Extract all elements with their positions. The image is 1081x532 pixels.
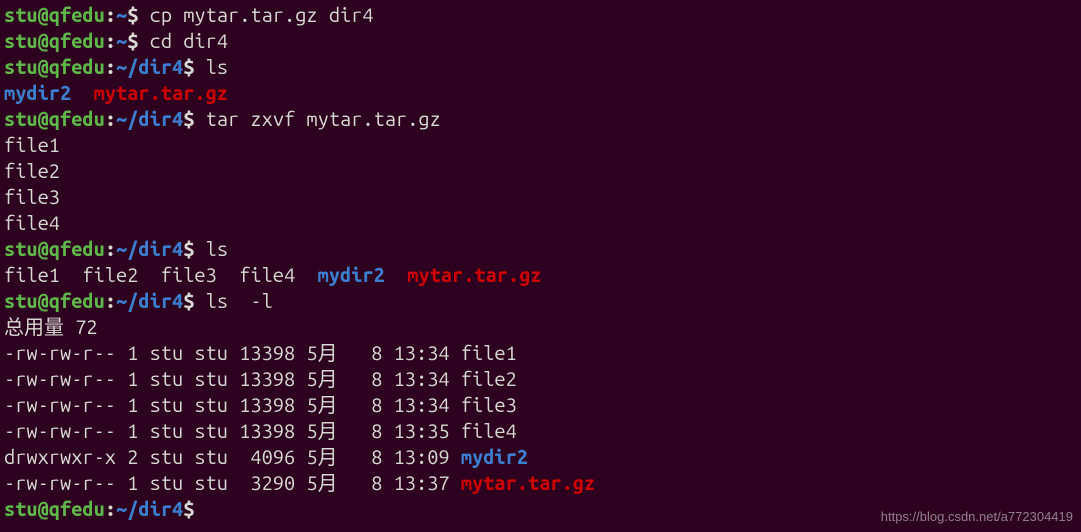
- archive-name: mytar.tar.gz: [461, 471, 595, 494]
- command-cd[interactable]: cd dir4: [138, 29, 228, 52]
- output-ls2: file1 file2 file3 file4 mydir2 mytar.tar…: [4, 262, 1077, 288]
- archive-name: mytar.tar.gz: [94, 81, 228, 104]
- user-host: stu@qfedu: [4, 107, 105, 130]
- dollar: $: [183, 237, 194, 260]
- path-dir4: ~/dir4: [116, 289, 183, 312]
- prompt-line-4: stu@qfedu:~/dir4$ tar zxvf mytar.tar.gz: [4, 106, 1077, 132]
- watermark: https://blog.csdn.net/a772304419: [881, 509, 1073, 526]
- file-name: file1: [461, 341, 517, 364]
- path-dir4: ~/dir4: [116, 55, 183, 78]
- dir-name: mydir2: [4, 81, 71, 104]
- gap: [385, 263, 407, 286]
- user-host: stu@qfedu: [4, 497, 105, 520]
- user-host: stu@qfedu: [4, 55, 105, 78]
- path-dir4: ~/dir4: [116, 237, 183, 260]
- gap: [71, 81, 93, 104]
- tar-output-line: file2: [4, 158, 1077, 184]
- command-tar[interactable]: tar zxvf mytar.tar.gz: [194, 107, 440, 130]
- path-dir4: ~/dir4: [116, 107, 183, 130]
- command-lsl[interactable]: ls -l: [194, 289, 272, 312]
- colon: :: [105, 55, 116, 78]
- output-ls1: mydir2 mytar.tar.gz: [4, 80, 1077, 106]
- dollar: $: [183, 497, 194, 520]
- colon: :: [105, 237, 116, 260]
- file-names: file1 file2 file3 file4: [4, 263, 318, 286]
- tar-output-line: file1: [4, 132, 1077, 158]
- command-ls1[interactable]: ls: [194, 55, 228, 78]
- ls-row: -rw-rw-r-- 1 stu stu 13398 5月 8 13:34 fi…: [4, 392, 1077, 418]
- prompt-line-5: stu@qfedu:~/dir4$ ls: [4, 236, 1077, 262]
- prompt-line-1: stu@qfedu:~$ cp mytar.tar.gz dir4: [4, 2, 1077, 28]
- colon: :: [105, 29, 116, 52]
- command-cp[interactable]: cp mytar.tar.gz dir4: [138, 3, 373, 26]
- dir-name: mydir2: [318, 263, 385, 286]
- dollar: $: [127, 29, 138, 52]
- ls-row: -rw-rw-r-- 1 stu stu 13398 5月 8 13:34 fi…: [4, 366, 1077, 392]
- prompt-line-2: stu@qfedu:~$ cd dir4: [4, 28, 1077, 54]
- user-host: stu@qfedu: [4, 237, 105, 260]
- output-total: 总用量 72: [4, 314, 1077, 340]
- prompt-line-6: stu@qfedu:~/dir4$ ls -l: [4, 288, 1077, 314]
- prompt-line-3: stu@qfedu:~/dir4$ ls: [4, 54, 1077, 80]
- command-ls2[interactable]: ls: [194, 237, 228, 260]
- dollar: $: [183, 107, 194, 130]
- path-dir4: ~/dir4: [116, 497, 183, 520]
- output-tar: file1file2file3file4: [4, 132, 1077, 236]
- dir-name: mydir2: [461, 445, 528, 468]
- ls-row: -rw-rw-r-- 1 stu stu 3290 5月 8 13:37 myt…: [4, 470, 1077, 496]
- colon: :: [105, 289, 116, 312]
- user-host: stu@qfedu: [4, 3, 105, 26]
- path-home: ~: [116, 29, 127, 52]
- colon: :: [105, 107, 116, 130]
- colon: :: [105, 3, 116, 26]
- tar-output-line: file4: [4, 210, 1077, 236]
- dollar: $: [183, 55, 194, 78]
- file-name: file2: [461, 367, 517, 390]
- file-name: file4: [461, 419, 517, 442]
- dollar: $: [183, 289, 194, 312]
- ls-row: -rw-rw-r-- 1 stu stu 13398 5月 8 13:34 fi…: [4, 340, 1077, 366]
- ls-row: drwxrwxr-x 2 stu stu 4096 5月 8 13:09 myd…: [4, 444, 1077, 470]
- tar-output-line: file3: [4, 184, 1077, 210]
- colon: :: [105, 497, 116, 520]
- output-ls-long: -rw-rw-r-- 1 stu stu 13398 5月 8 13:34 fi…: [4, 340, 1077, 496]
- archive-name: mytar.tar.gz: [407, 263, 541, 286]
- file-name: file3: [461, 393, 517, 416]
- user-host: stu@qfedu: [4, 29, 105, 52]
- command-input[interactable]: [194, 497, 205, 520]
- dollar: $: [127, 3, 138, 26]
- ls-row: -rw-rw-r-- 1 stu stu 13398 5月 8 13:35 fi…: [4, 418, 1077, 444]
- user-host: stu@qfedu: [4, 289, 105, 312]
- path-home: ~: [116, 3, 127, 26]
